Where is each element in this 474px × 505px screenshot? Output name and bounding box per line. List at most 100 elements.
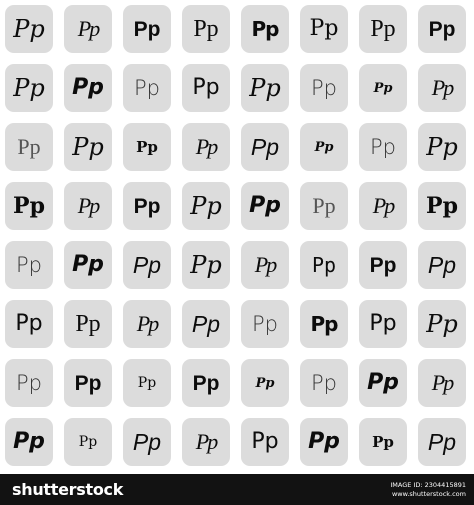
glyph-pair: Pp [431, 370, 454, 395]
glyph-pair: Pp [255, 375, 275, 391]
letter-tile: Pp [359, 241, 407, 289]
stock-image-sheet: Pp Pp Pp Pp Pp Pp Pp Pp Pp Pp Pp Pp Pp Pp Pp Pp Pp Pp Pp Pp… [0, 0, 474, 505]
site-url-text: www.shutterstock.com [391, 489, 466, 498]
glyph-pair: Pp [251, 17, 280, 41]
glyph-pair: Pp [314, 139, 334, 155]
letter-tile: Pp [241, 123, 289, 171]
glyph-pair: Pp [133, 194, 161, 218]
letter-tile: Pp [64, 300, 112, 348]
letter-tile: Pp [182, 64, 230, 112]
glyph-pair: Pp [312, 193, 336, 218]
glyph-pair: Pp [367, 370, 399, 395]
glyph-pair: Pp [373, 80, 393, 96]
letter-tile: Pp [5, 300, 53, 348]
letter-tile: Pp [359, 5, 407, 53]
letter-tile: Pp [64, 5, 112, 53]
glyph-pair: Pp [252, 311, 278, 336]
letter-tile: Pp [418, 5, 466, 53]
glyph-pair: Pp [192, 75, 220, 100]
glyph-pair: Pp [369, 311, 397, 336]
glyph-pair: Pp [309, 16, 339, 41]
glyph-pair: Pp [136, 311, 159, 336]
glyph-pair: Pp [311, 370, 337, 395]
letter-tile: Pp [300, 182, 348, 230]
glyph-pair: Pp [431, 75, 454, 100]
glyph-pair: Pp [75, 311, 101, 337]
letter-tile: Pp [5, 418, 53, 466]
glyph-pair: Pp [310, 312, 339, 336]
letter-tile: Pp [300, 359, 348, 407]
letter-tile: Pp [5, 123, 53, 171]
letter-tile: Pp [241, 241, 289, 289]
letter-tile: Pp [300, 300, 348, 348]
letter-tile: Pp [123, 123, 171, 171]
glyph-pair: Pp [308, 429, 340, 454]
glyph-pair: Pp [249, 193, 281, 218]
letter-tile: Pp [123, 241, 171, 289]
glyph-pair: Pp [190, 192, 222, 220]
letter-tile: Pp [5, 64, 53, 112]
glyph-pair: Pp [311, 75, 337, 100]
letter-tile: Pp [359, 123, 407, 171]
letter-tile: Pp [418, 359, 466, 407]
letter-tile: Pp [123, 182, 171, 230]
letter-tile: Pp [182, 359, 230, 407]
glyph-pair: Pp [426, 133, 458, 161]
glyph-pair: Pp [426, 193, 458, 219]
glyph-pair: Pp [369, 253, 397, 277]
letter-tile: Pp [64, 123, 112, 171]
letter-tile: Pp [241, 64, 289, 112]
letter-tile: Pp [241, 5, 289, 53]
glyph-pair: Pp [72, 133, 104, 161]
glyph-pair: Pp [16, 370, 42, 395]
glyph-pair: Pp [17, 134, 41, 159]
glyph-pair: Pp [13, 74, 45, 102]
glyph-pair: Pp [72, 75, 104, 100]
glyph-pair: Pp [13, 15, 45, 43]
letter-tile: Pp [241, 182, 289, 230]
letter-tile: Pp [64, 64, 112, 112]
letter-tile: Pp [418, 300, 466, 348]
letter-tile: Pp [182, 300, 230, 348]
glyph-pair: Pp [15, 311, 43, 336]
glyph-pair: Pp [372, 432, 394, 451]
letter-tile: Pp [123, 64, 171, 112]
letter-tile: Pp [300, 418, 348, 466]
glyph-pair: Pp [195, 134, 218, 159]
glyph-pair: Pp [426, 310, 458, 338]
letter-tile: Pp [5, 241, 53, 289]
letter-tile: Pp [359, 300, 407, 348]
letter-tile: Pp [300, 5, 348, 53]
glyph-pair: Pp [133, 17, 161, 41]
letter-tile: Pp [418, 123, 466, 171]
glyph-pair: Pp [132, 428, 162, 455]
letter-tile: Pp [359, 418, 407, 466]
letter-tile: Pp [182, 241, 230, 289]
letter-tile: Pp [123, 418, 171, 466]
letter-tile: Pp [300, 241, 348, 289]
letter-tile: Pp [64, 359, 112, 407]
letter-tile: Pp [241, 418, 289, 466]
glyph-pair: Pp [192, 371, 220, 395]
glyph-pair: Pp [428, 17, 456, 41]
glyph-pair: Pp [77, 16, 100, 41]
letter-tile: Pp [182, 182, 230, 230]
glyph-pair: Pp [137, 375, 157, 391]
letter-tile: Pp [182, 5, 230, 53]
glyph-pair: Pp [136, 137, 158, 156]
image-meta: IMAGE ID: 2304415891 www.shutterstock.co… [390, 481, 466, 499]
letter-tile: Pp [418, 182, 466, 230]
glyph-pair: Pp [134, 75, 160, 100]
glyph-pair: Pp [132, 251, 162, 278]
glyph-pair: Pp [370, 16, 396, 42]
letter-tile: Pp [418, 64, 466, 112]
letter-tile: Pp [300, 64, 348, 112]
glyph-pair: Pp [249, 74, 281, 102]
letter-tile: Pp [418, 418, 466, 466]
letter-tile: Pp [123, 359, 171, 407]
glyph-pair: Pp [72, 252, 104, 277]
glyph-pair: Pp [74, 371, 102, 395]
letter-tile: Pp [64, 418, 112, 466]
watermark-footer: shutterstock IMAGE ID: 2304415891 www.sh… [0, 474, 474, 505]
letter-tile: Pp [300, 123, 348, 171]
